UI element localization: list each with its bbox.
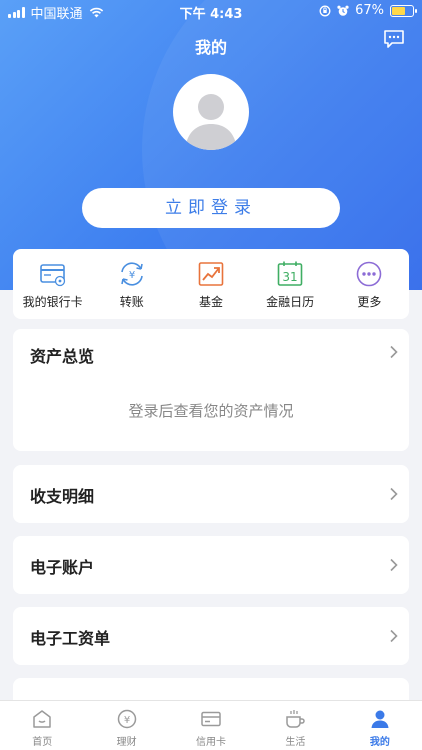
message-icon[interactable] bbox=[383, 29, 405, 49]
row-income-expense[interactable]: 收支明细 bbox=[13, 465, 409, 523]
fund-chart-icon bbox=[198, 262, 224, 286]
home-icon bbox=[33, 710, 51, 728]
tab-label: 首页 bbox=[32, 737, 53, 748]
asset-empty-message: 登录后查看您的资产情况 bbox=[128, 402, 294, 420]
row-e-account[interactable]: 电子账户 bbox=[13, 536, 409, 594]
calendar-icon: 31 bbox=[277, 261, 303, 286]
avatar[interactable] bbox=[173, 74, 249, 150]
row-label: 电子工资单 bbox=[30, 629, 111, 648]
quick-action-transfer[interactable]: ¥ 转账 bbox=[93, 260, 171, 310]
credit-card-icon bbox=[201, 711, 221, 727]
quick-action-bank-card[interactable]: 我的银行卡 bbox=[14, 260, 92, 310]
quick-action-calendar[interactable]: 31 金融日历 bbox=[251, 260, 329, 310]
quick-action-label: 金融日历 bbox=[266, 295, 315, 309]
coffee-icon bbox=[286, 710, 306, 728]
tab-label: 信用卡 bbox=[196, 737, 227, 748]
tab-life[interactable]: 生活 bbox=[253, 701, 337, 750]
quick-action-label: 更多 bbox=[357, 295, 382, 309]
tab-wealth[interactable]: ¥ 理财 bbox=[84, 701, 168, 750]
chevron-right-icon bbox=[390, 558, 398, 572]
alarm-icon bbox=[337, 5, 349, 16]
row-label: 收支明细 bbox=[30, 487, 95, 506]
page-title: 我的 bbox=[194, 38, 227, 57]
tab-label: 理财 bbox=[116, 737, 137, 748]
status-bar: 中国联通 下午 4:43 67% bbox=[0, 0, 422, 22]
asset-overview-title: 资产总览 bbox=[30, 347, 95, 366]
quick-action-label: 转账 bbox=[119, 295, 144, 309]
svg-text:¥: ¥ bbox=[129, 270, 135, 281]
tab-bar: 首页 ¥ 理财 信用卡 生活 我的 bbox=[0, 700, 422, 750]
battery-icon bbox=[390, 4, 417, 17]
tab-home[interactable]: 首页 bbox=[0, 701, 84, 750]
user-icon bbox=[371, 710, 389, 728]
rotation-lock-icon bbox=[319, 5, 331, 16]
chevron-right-icon bbox=[390, 629, 398, 643]
row-label: 电子账户 bbox=[30, 558, 95, 577]
quick-action-more[interactable]: 更多 bbox=[330, 260, 408, 310]
svg-text:¥: ¥ bbox=[123, 715, 129, 726]
quick-actions-card: 我的银行卡 ¥ 转账 基金 31 金融日历 更多 bbox=[13, 249, 409, 319]
chevron-right-icon bbox=[390, 345, 398, 359]
tab-label: 我的 bbox=[369, 737, 390, 748]
quick-action-label: 基金 bbox=[198, 295, 223, 309]
row-e-payslip[interactable]: 电子工资单 bbox=[13, 607, 409, 665]
bank-card-icon bbox=[39, 264, 65, 287]
tab-mine[interactable]: 我的 bbox=[338, 701, 422, 750]
tab-credit-card[interactable]: 信用卡 bbox=[169, 701, 253, 750]
login-button[interactable]: 立即登录 bbox=[82, 188, 340, 228]
quick-action-fund[interactable]: 基金 bbox=[172, 260, 250, 310]
asset-overview-card[interactable]: 资产总览 登录后查看您的资产情况 bbox=[13, 329, 409, 451]
quick-action-label: 我的银行卡 bbox=[22, 295, 83, 309]
more-dots-icon bbox=[357, 261, 382, 287]
transfer-icon: ¥ bbox=[120, 262, 143, 286]
battery-percent: 67% bbox=[355, 3, 384, 18]
tab-label: 生活 bbox=[285, 737, 306, 748]
chevron-right-icon bbox=[390, 487, 398, 501]
calendar-day-text: 31 bbox=[283, 270, 298, 284]
wealth-icon: ¥ bbox=[117, 709, 136, 729]
avatar-placeholder-icon bbox=[185, 94, 237, 150]
